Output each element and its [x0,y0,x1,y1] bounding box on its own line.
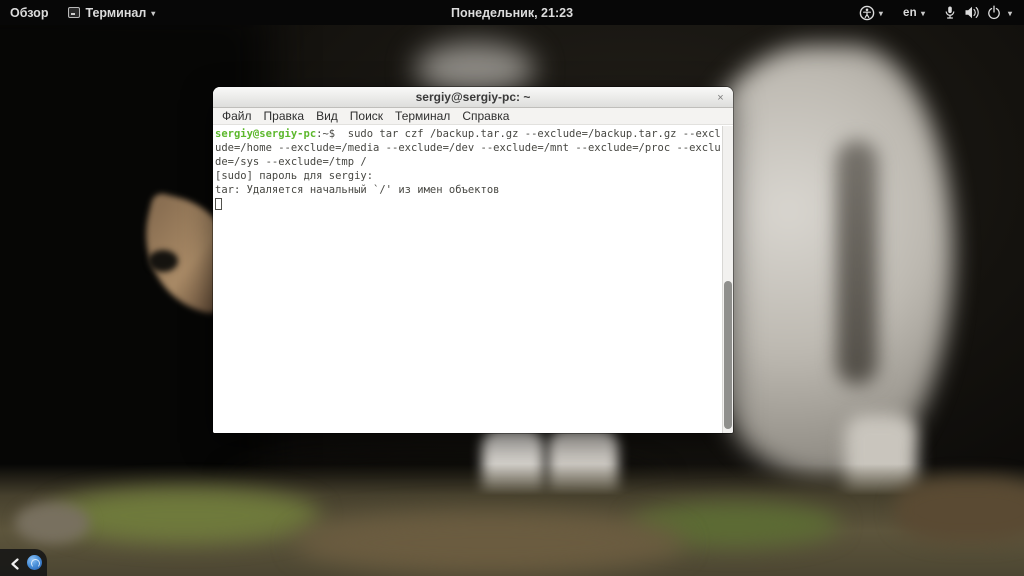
keyboard-layout-label: en [903,7,917,19]
terminal-icon [68,7,80,18]
volume-icon [964,5,980,20]
menu-file[interactable]: Файл [216,109,258,123]
terminal-line: ude=/home --exclude=/media --exclude=/de… [215,141,721,155]
menu-terminal[interactable]: Терминал [389,109,456,123]
app-menu-label: Терминал [85,6,146,20]
accessibility-icon [859,5,875,21]
terminal-window: sergiy@sergiy-pc: ~ × Файл Правка Вид По… [213,87,733,433]
terminal-output-area[interactable]: sergiy@sergiy-pc:~$ sudo tar czf /backup… [213,126,733,433]
window-title: sergiy@sergiy-pc: ~ [416,90,531,104]
menu-edit[interactable]: Правка [258,109,311,123]
terminal-line: tar: Удаляется начальный `/' из имен объ… [215,183,721,197]
system-status-menu-button[interactable]: ▾ [935,0,1024,25]
log-shape [895,478,1024,543]
blue-app-icon[interactable] [27,555,42,570]
app-menu-button[interactable]: Терминал ▾ [58,0,165,25]
menu-view[interactable]: Вид [310,109,344,123]
terminal-line: de=/sys --exclude=/tmp / [215,155,721,169]
chevron-down-icon: ▾ [879,9,883,18]
accessibility-menu-button[interactable]: ▾ [849,0,893,25]
menu-bar: Файл Правка Вид Поиск Терминал Справка [213,108,733,125]
chevron-down-icon: ▾ [921,9,925,18]
activities-button[interactable]: Обзор [0,0,58,25]
dock-stub [0,549,47,576]
desktop: Обзор Терминал ▾ Понедельник, 21:23 [0,0,1024,576]
window-titlebar[interactable]: sergiy@sergiy-pc: ~ × [213,87,733,108]
menu-help[interactable]: Справка [456,109,515,123]
chevron-down-icon: ▾ [151,9,155,18]
terminal-line: [sudo] пароль для sergiy: [215,169,721,183]
keyboard-layout-button[interactable]: en ▾ [893,0,935,25]
clock-label: Понедельник, 21:23 [451,6,573,20]
microphone-icon [943,5,957,20]
activities-label: Обзор [10,6,48,20]
scrollbar-thumb[interactable] [724,281,732,429]
top-bar: Обзор Терминал ▾ Понедельник, 21:23 [0,0,1024,25]
prompt-suffix: :~$ [316,128,335,140]
terminal-line [215,197,721,211]
dirt-patch [295,512,685,574]
clock-button[interactable]: Понедельник, 21:23 [441,0,583,25]
rock-shape [15,502,90,544]
chevron-down-icon: ▾ [1008,9,1012,18]
wolf-tail-shape [836,140,878,385]
menu-search[interactable]: Поиск [344,109,389,123]
terminal-line: sergiy@sergiy-pc:~$ sudo tar czf /backup… [215,127,721,141]
chevron-left-icon[interactable] [9,557,21,569]
moss-patch [50,488,320,543]
scrollbar[interactable] [722,126,733,433]
close-button[interactable]: × [713,90,728,105]
command-text: sudo tar czf /backup.tar.gz --exclude=/b… [335,128,721,140]
prompt-user: sergiy@sergiy-pc [215,128,316,140]
terminal-cursor [215,198,222,210]
wolf-nose-shape [148,250,178,272]
power-icon [987,5,1001,20]
